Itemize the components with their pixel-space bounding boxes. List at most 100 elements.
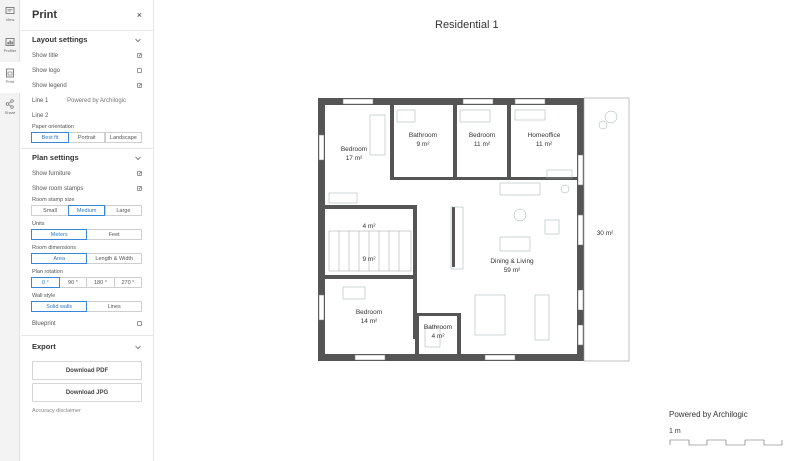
room-area-bathroom-2: 4 m² bbox=[432, 333, 446, 340]
download-jpg-button[interactable]: Download JPG bbox=[32, 383, 142, 402]
orientation-segmented: Best fit Portrait Landscape bbox=[31, 132, 143, 143]
stamp-size-label: Room stamp size bbox=[32, 197, 75, 203]
print-icon bbox=[6, 68, 14, 78]
layout-settings-header[interactable]: Layout settings bbox=[21, 30, 153, 48]
rail-share-label: Share bbox=[4, 110, 16, 115]
orientation-portrait[interactable]: Portrait bbox=[68, 132, 106, 143]
stamp-size-small[interactable]: Small bbox=[31, 205, 69, 216]
print-preview-canvas: Residential 1 Bedroom 17 m² Bathroom 9 m… bbox=[155, 0, 800, 461]
units-meters[interactable]: Meters bbox=[31, 229, 87, 240]
show-logo-label: Show logo bbox=[32, 67, 61, 74]
close-button[interactable]: × bbox=[137, 10, 142, 20]
show-room-stamps-label: Show room stamps bbox=[32, 185, 84, 192]
chevron-down-icon bbox=[135, 38, 141, 42]
stamp-size-segmented: Small Medium Large bbox=[31, 205, 143, 216]
dims-label: Room dimensions bbox=[32, 245, 77, 251]
show-title-row[interactable]: Show title ✓ bbox=[32, 48, 142, 63]
panel-title: Print bbox=[32, 9, 58, 21]
stamp-size-medium[interactable]: Medium bbox=[68, 205, 106, 216]
room-area-homeoffice: 11 m² bbox=[536, 141, 553, 148]
legend-text: Powered by Archilogic bbox=[669, 410, 748, 419]
rail-view-label: View bbox=[5, 17, 15, 22]
wall-lines[interactable]: Lines bbox=[86, 301, 142, 312]
rotation-label: Plan rotation bbox=[32, 269, 63, 275]
left-rail: View Profiler Print Share bbox=[0, 0, 20, 461]
export-title: Export bbox=[32, 342, 56, 351]
floor-plan: Bedroom 17 m² Bathroom 9 m² Bedroom 11 m… bbox=[318, 97, 630, 362]
rail-print[interactable]: Print bbox=[0, 62, 20, 93]
blueprint-row[interactable]: Blueprint bbox=[32, 316, 142, 331]
show-logo-checkbox[interactable] bbox=[137, 68, 142, 73]
line1-input[interactable]: Powered by Archilogic bbox=[67, 98, 126, 104]
rotation-180[interactable]: 180 ° bbox=[86, 277, 115, 288]
show-legend-label: Show legend bbox=[32, 82, 67, 89]
rotation-0[interactable]: 0 ° bbox=[31, 277, 60, 288]
room-label-bedroom-2: Bedroom bbox=[469, 132, 495, 139]
rotation-90[interactable]: 90 ° bbox=[58, 277, 87, 288]
show-title-checkbox[interactable]: ✓ bbox=[137, 53, 142, 59]
plan-settings-header[interactable]: Plan settings bbox=[21, 148, 153, 166]
show-furniture-checkbox[interactable]: ✓ bbox=[137, 171, 142, 177]
orientation-label: Paper orientation bbox=[32, 124, 74, 130]
show-room-stamps-row[interactable]: Show room stamps ✓ bbox=[32, 181, 142, 196]
show-logo-row[interactable]: Show logo bbox=[32, 63, 142, 78]
room-label-bedroom-3: Bedroom bbox=[356, 309, 382, 316]
rotation-270[interactable]: 270 ° bbox=[113, 277, 142, 288]
units-segmented: Meters Feet bbox=[31, 229, 142, 240]
rail-profiler[interactable]: Profiler bbox=[0, 31, 20, 62]
room-area-balcony: 30 m² bbox=[597, 230, 614, 237]
room-label-homeoffice: Homeoffice bbox=[528, 132, 561, 139]
show-furniture-row[interactable]: Show furniture ✓ bbox=[32, 166, 142, 181]
line1-label: Line 1 bbox=[32, 97, 49, 104]
room-label-dining-living: Dining & Living bbox=[490, 258, 534, 265]
dims-length-width[interactable]: Length & Width bbox=[86, 253, 142, 264]
room-area-stair: 9 m² bbox=[363, 256, 377, 263]
dims-area[interactable]: Area bbox=[31, 253, 87, 264]
blueprint-checkbox[interactable] bbox=[137, 321, 142, 326]
stamp-size-large[interactable]: Large bbox=[104, 205, 143, 216]
show-furniture-label: Show furniture bbox=[32, 170, 71, 177]
dims-segmented: Area Length & Width bbox=[31, 253, 142, 264]
chevron-down-icon bbox=[135, 345, 141, 349]
room-area-bathroom-1: 9 m² bbox=[417, 141, 431, 148]
show-legend-checkbox[interactable]: ✓ bbox=[137, 83, 142, 89]
room-area-bedroom-3: 14 m² bbox=[361, 318, 378, 325]
export-header[interactable]: Export bbox=[21, 335, 153, 357]
room-label-bathroom-1: Bathroom bbox=[409, 132, 437, 139]
room-area-hall: 4 m² bbox=[363, 223, 377, 230]
rail-print-label: Print bbox=[5, 79, 15, 84]
share-icon bbox=[5, 99, 14, 109]
units-feet[interactable]: Feet bbox=[86, 229, 142, 240]
plan-title: Residential 1 bbox=[435, 19, 499, 31]
layout-settings-title: Layout settings bbox=[32, 35, 88, 44]
room-label-bedroom-1: Bedroom bbox=[341, 146, 367, 153]
scale-bar bbox=[669, 439, 783, 446]
wall-solid[interactable]: Solid walls bbox=[31, 301, 87, 312]
scale-label: 1 m bbox=[669, 428, 681, 435]
orientation-landscape[interactable]: Landscape bbox=[104, 132, 143, 143]
print-panel: Print × Layout settings Show title ✓ Sho… bbox=[21, 0, 154, 461]
download-pdf-button[interactable]: Download PDF bbox=[32, 361, 142, 380]
units-label: Units bbox=[32, 221, 45, 227]
view-icon bbox=[5, 7, 15, 14]
room-area-dining-living: 59 m² bbox=[504, 267, 521, 274]
wall-style-segmented: Solid walls Lines bbox=[31, 301, 142, 312]
accuracy-disclaimer-link[interactable]: Accuracy disclaimer bbox=[32, 408, 142, 414]
room-area-bedroom-2: 11 m² bbox=[474, 141, 491, 148]
rotation-segmented: 0 ° 90 ° 180 ° 270 ° bbox=[31, 277, 142, 288]
orientation-best-fit[interactable]: Best fit bbox=[31, 132, 69, 143]
show-room-stamps-checkbox[interactable]: ✓ bbox=[137, 186, 142, 192]
room-area-bedroom-1: 17 m² bbox=[346, 155, 363, 162]
line2-row: Line 2 bbox=[32, 108, 142, 123]
line2-label: Line 2 bbox=[32, 112, 49, 119]
rail-profiler-label: Profiler bbox=[3, 48, 17, 53]
show-legend-row[interactable]: Show legend ✓ bbox=[32, 78, 142, 93]
rail-view[interactable]: View bbox=[0, 0, 20, 31]
line1-row: Line 1 Powered by Archilogic bbox=[32, 93, 142, 108]
blueprint-label: Blueprint bbox=[32, 320, 56, 327]
plan-settings-title: Plan settings bbox=[32, 153, 79, 162]
rail-share[interactable]: Share bbox=[0, 93, 20, 124]
room-label-bathroom-2: Bathroom bbox=[424, 324, 452, 331]
profiler-icon bbox=[5, 38, 15, 46]
panel-header: Print × bbox=[32, 0, 142, 30]
